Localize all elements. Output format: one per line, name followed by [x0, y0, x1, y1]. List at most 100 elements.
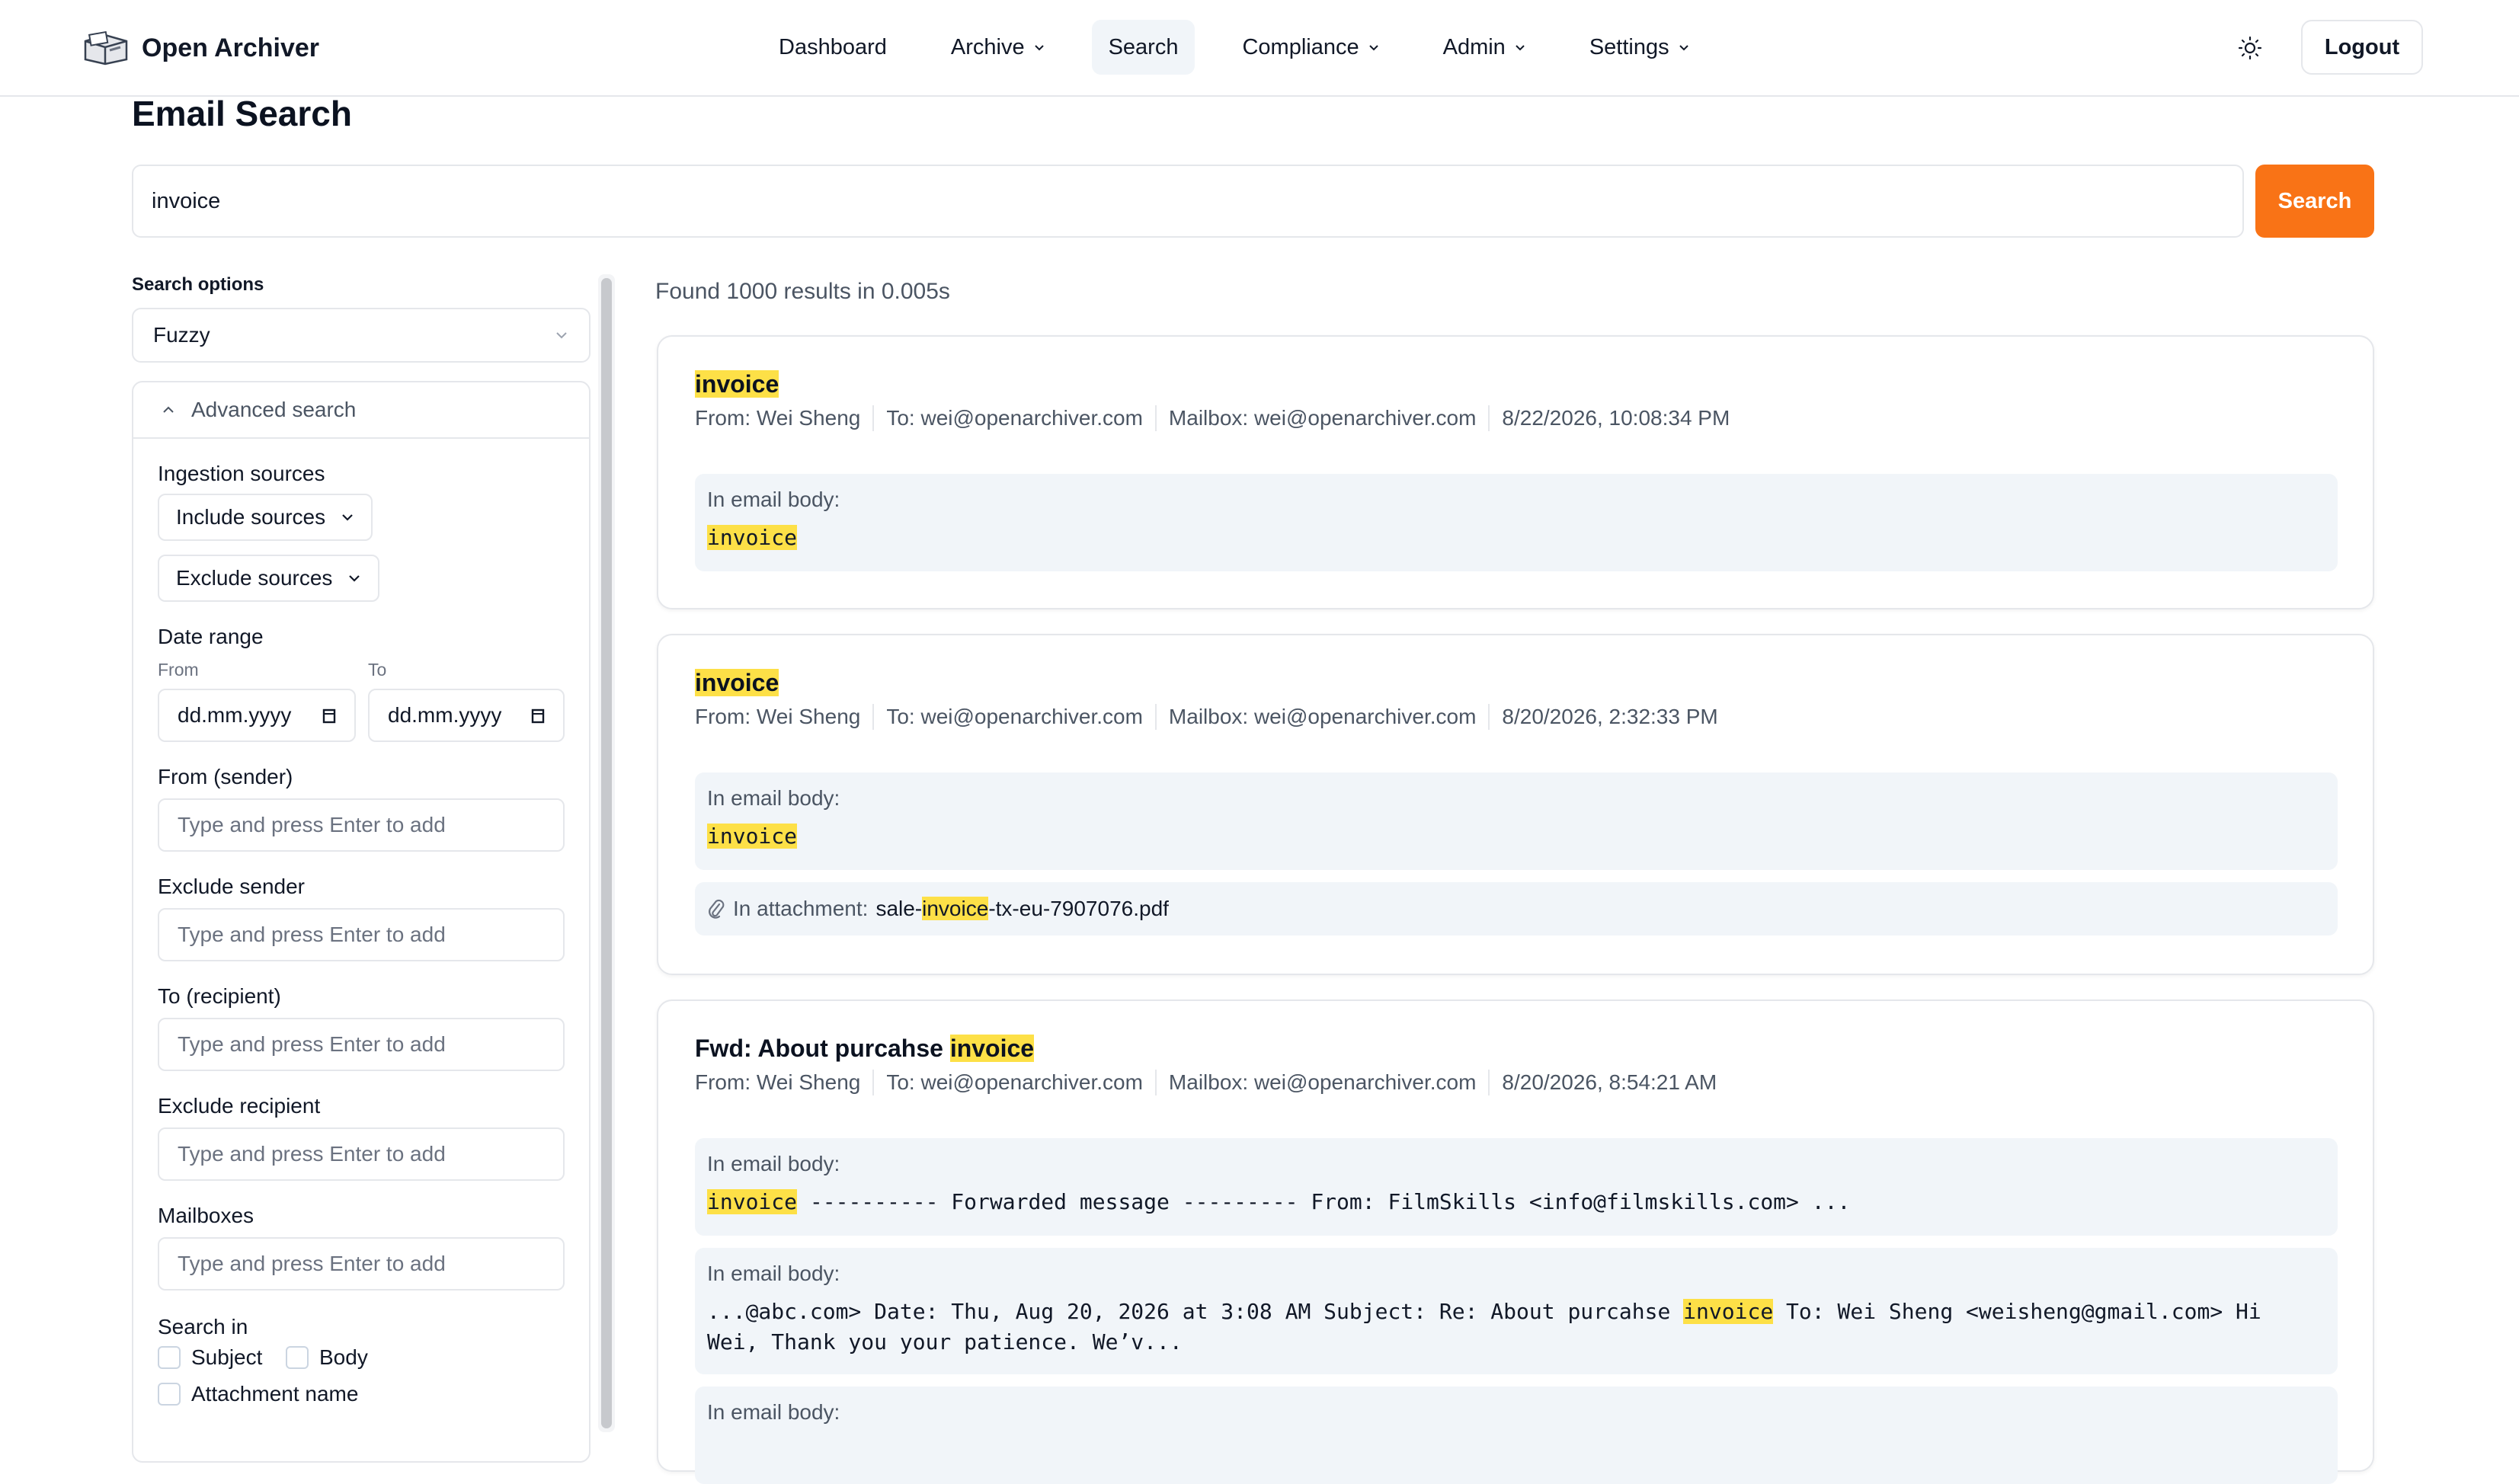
date-to-input[interactable]: dd.mm.yyyy: [368, 689, 565, 742]
snippet-text: ...@abc.com> Date: Thu, Aug 20, 2026 at …: [707, 1297, 2325, 1358]
main-nav: Dashboard Archive Search Compliance Admi…: [762, 20, 1736, 75]
meta-divider: [872, 1070, 875, 1095]
snippet-label: In email body:: [707, 786, 840, 810]
app-name: Open Archiver: [142, 33, 320, 62]
results-summary: Found 1000 results in 0.005s: [655, 279, 950, 304]
chevron-down-icon: [1679, 45, 1688, 51]
result-title[interactable]: invoice: [695, 370, 779, 398]
date-from-label: From: [158, 660, 199, 680]
meta-divider: [1154, 704, 1157, 730]
nav-archive-label: Archive: [950, 34, 1025, 59]
meta-divider: [1154, 1070, 1157, 1095]
attachment-name-checkbox[interactable]: [158, 1383, 181, 1406]
exclude-recipient-input[interactable]: Type and press Enter to add: [158, 1127, 565, 1181]
exclude-recipient-label: Exclude recipient: [158, 1094, 321, 1118]
exclude-recipient-placeholder: Type and press Enter to add: [178, 1142, 446, 1166]
result-to: To: wei@openarchiver.com: [886, 406, 1143, 430]
result-meta: From: Wei Sheng To: wei@openarchiver.com…: [695, 405, 1730, 431]
page-title: Email Search: [132, 94, 352, 133]
search-input[interactable]: invoice: [132, 165, 2244, 238]
attachment-label: In attachment:: [733, 897, 869, 920]
snippet-highlight: invoice: [1683, 1299, 1774, 1324]
chevron-down-icon: [1368, 45, 1378, 51]
chevron-down-icon: [342, 514, 353, 521]
date-from-input[interactable]: dd.mm.yyyy: [158, 689, 356, 742]
result-title[interactable]: Fwd: About purcahse invoice: [695, 1035, 1035, 1063]
recipient-input[interactable]: Type and press Enter to add: [158, 1018, 565, 1071]
snippet-text-pre: ...@abc.com> Date: Thu, Aug 20, 2026 at …: [707, 1299, 1684, 1324]
snippet-text: invoice: [707, 523, 2325, 553]
result-title[interactable]: invoice: [695, 669, 779, 697]
theme-toggle-button[interactable]: [2233, 30, 2268, 66]
chevron-down-icon: [349, 575, 360, 582]
sender-input[interactable]: Type and press Enter to add: [158, 798, 565, 852]
result-to: To: wei@openarchiver.com: [886, 1070, 1143, 1094]
nav-settings[interactable]: Settings: [1573, 20, 1706, 75]
sidebar-scrollbar-thumb[interactable]: [601, 278, 612, 1428]
search-mode-select[interactable]: Fuzzy: [132, 308, 591, 363]
search-in-body[interactable]: Body: [286, 1345, 368, 1370]
nav-search[interactable]: Search: [1091, 20, 1195, 75]
attachment-snippet[interactable]: In attachment: sale-invoice-tx-eu-790707…: [695, 882, 2338, 935]
chevron-down-icon: [1034, 45, 1044, 51]
ingestion-sources-label: Ingestion sources: [158, 462, 325, 485]
result-meta: From: Wei Sheng To: wei@openarchiver.com…: [695, 704, 1718, 730]
nav-archive[interactable]: Archive: [934, 20, 1061, 75]
meta-divider: [872, 704, 875, 730]
include-sources-label: Include sources: [176, 505, 326, 529]
nav-settings-label: Settings: [1589, 34, 1669, 59]
result-card[interactable]: Fwd: About purcahse invoice From: Wei Sh…: [657, 999, 2374, 1484]
nav-compliance[interactable]: Compliance: [1225, 20, 1395, 75]
attachment-filename[interactable]: sale-invoice-tx-eu-7907076.pdf: [875, 897, 1169, 921]
snippet-highlight: invoice: [707, 1189, 798, 1214]
body-checkbox-label: Body: [319, 1345, 368, 1369]
archive-box-icon: [84, 30, 128, 66]
snippet-label: In email body:: [707, 488, 840, 511]
attachment-name-checkbox-label: Attachment name: [191, 1382, 359, 1406]
result-card[interactable]: invoice From: Wei Sheng To: wei@openarch…: [657, 335, 2374, 609]
chevron-up-icon: [163, 406, 174, 413]
exclude-sender-placeholder: Type and press Enter to add: [178, 923, 446, 946]
paperclip-icon: [709, 899, 725, 919]
mailboxes-input[interactable]: Type and press Enter to add: [158, 1237, 565, 1291]
snippet-text: invoice: [707, 821, 2325, 852]
snippet-text-post: ---------- Forwarded message --------- F…: [797, 1189, 1851, 1214]
result-title-prefix: Fwd: About purcahse: [695, 1035, 950, 1062]
result-mailbox: Mailbox: wei@openarchiver.com: [1168, 406, 1477, 430]
subject-checkbox[interactable]: [158, 1346, 181, 1369]
body-snippet: In email body:: [695, 1386, 2338, 1484]
result-meta: From: Wei Sheng To: wei@openarchiver.com…: [695, 1070, 1717, 1095]
body-snippet: In email body: ...@abc.com> Date: Thu, A…: [695, 1248, 2338, 1374]
nav-admin[interactable]: Admin: [1426, 20, 1542, 75]
subject-checkbox-label: Subject: [191, 1345, 263, 1369]
nav-dashboard[interactable]: Dashboard: [762, 20, 904, 75]
search-in-subject[interactable]: Subject: [158, 1345, 262, 1370]
result-card[interactable]: invoice From: Wei Sheng To: wei@openarch…: [657, 634, 2374, 975]
result-title-highlight: invoice: [695, 669, 779, 696]
brand[interactable]: Open Archiver: [82, 27, 319, 69]
snippet-highlight: invoice: [707, 525, 798, 550]
snippet-label: In email body:: [707, 1262, 840, 1285]
exclude-sender-input[interactable]: Type and press Enter to add: [158, 908, 565, 961]
date-from-placeholder: dd.mm.yyyy: [178, 703, 292, 727]
search-in-attachment-name[interactable]: Attachment name: [158, 1382, 358, 1406]
sun-icon: [2238, 36, 2262, 60]
advanced-search-label: Advanced search: [191, 398, 357, 421]
result-mailbox: Mailbox: wei@openarchiver.com: [1168, 1070, 1477, 1094]
result-mailbox: Mailbox: wei@openarchiver.com: [1168, 705, 1477, 728]
meta-divider: [1488, 1070, 1490, 1095]
chevron-down-icon: [556, 332, 567, 339]
body-checkbox[interactable]: [286, 1346, 309, 1369]
mailboxes-placeholder: Type and press Enter to add: [178, 1252, 446, 1275]
search-options-label: Search options: [132, 274, 264, 295]
advanced-search-toggle[interactable]: Advanced search: [133, 382, 589, 439]
exclude-sources-dropdown[interactable]: Exclude sources: [158, 555, 380, 602]
calendar-icon: [322, 708, 336, 724]
include-sources-dropdown[interactable]: Include sources: [158, 494, 373, 541]
body-snippet: In email body: invoice: [695, 772, 2338, 870]
attachment-filename-pre: sale-: [875, 897, 923, 920]
search-button[interactable]: Search: [2255, 165, 2374, 238]
exclude-sources-label: Exclude sources: [176, 566, 333, 590]
snippet-highlight: invoice: [707, 824, 798, 849]
logout-button[interactable]: Logout: [2301, 20, 2423, 75]
